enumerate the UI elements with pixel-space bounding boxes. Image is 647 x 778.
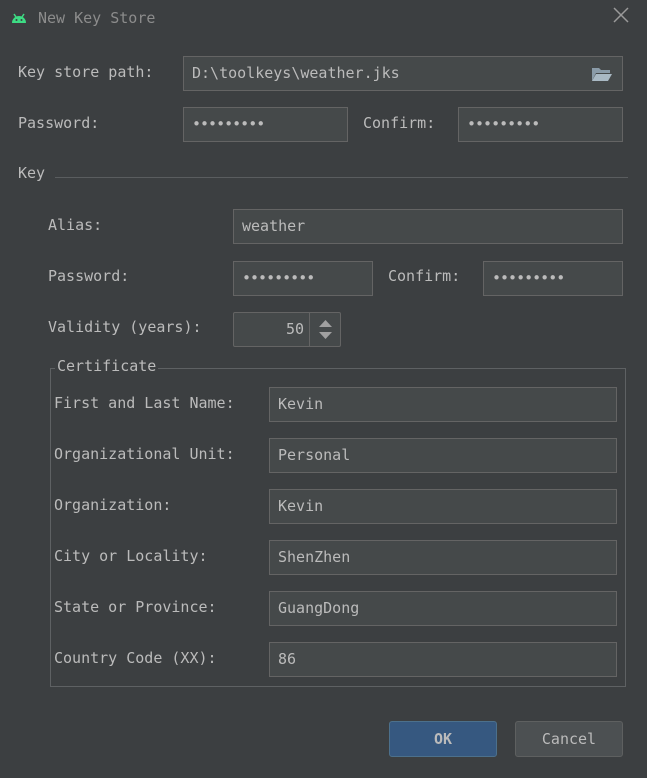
keystore-password-label: Password: [18, 114, 100, 132]
validity-stepper[interactable] [309, 313, 340, 346]
validity-spinner[interactable]: 50 [233, 312, 341, 347]
city-locality-label: City or Locality: [54, 547, 208, 565]
first-last-name-field[interactable]: Kevin [269, 387, 617, 422]
validity-value: 50 [285, 320, 304, 338]
certificate-legend: Certificate [55, 356, 159, 376]
key-section-title: Key [18, 164, 46, 182]
alias-label: Alias: [48, 216, 103, 234]
key-confirm-field[interactable]: ••••••••• [483, 261, 623, 296]
city-locality-field[interactable]: ShenZhen [269, 540, 617, 575]
folder-icon[interactable] [591, 65, 613, 83]
key-password-label: Password: [48, 267, 130, 285]
close-icon[interactable] [612, 6, 630, 24]
keystore-path-field[interactable]: D:\toolkeys\weather.jks [183, 56, 623, 91]
keystore-path-value: D:\toolkeys\weather.jks [192, 64, 400, 82]
key-password-field[interactable]: ••••••••• [233, 261, 373, 296]
window-title: New Key Store [38, 9, 156, 27]
keystore-confirm-field[interactable]: ••••••••• [458, 107, 623, 142]
chevron-up-icon [319, 320, 332, 327]
android-icon [10, 10, 28, 26]
country-code-field[interactable]: 86 [269, 642, 617, 677]
keystore-path-label: Key store path: [18, 63, 154, 81]
keystore-password-field[interactable]: ••••••••• [183, 107, 348, 142]
organizational-unit-field[interactable]: Personal [269, 438, 617, 473]
chevron-down-icon [319, 332, 332, 339]
organization-field[interactable]: Kevin [269, 489, 617, 524]
cancel-button[interactable]: Cancel [515, 721, 623, 757]
key-confirm-label: Confirm: [388, 267, 461, 285]
validity-label: Validity (years): [48, 318, 202, 336]
alias-field[interactable]: weather [233, 209, 623, 244]
organization-label: Organization: [54, 496, 172, 514]
key-section-divider [55, 177, 628, 178]
country-code-label: Country Code (XX): [54, 649, 217, 667]
organizational-unit-label: Organizational Unit: [54, 445, 235, 463]
ok-button[interactable]: OK [389, 721, 497, 757]
keystore-confirm-label: Confirm: [363, 114, 436, 132]
first-last-name-label: First and Last Name: [54, 394, 235, 412]
state-province-label: State or Province: [54, 598, 217, 616]
state-province-field[interactable]: GuangDong [269, 591, 617, 626]
